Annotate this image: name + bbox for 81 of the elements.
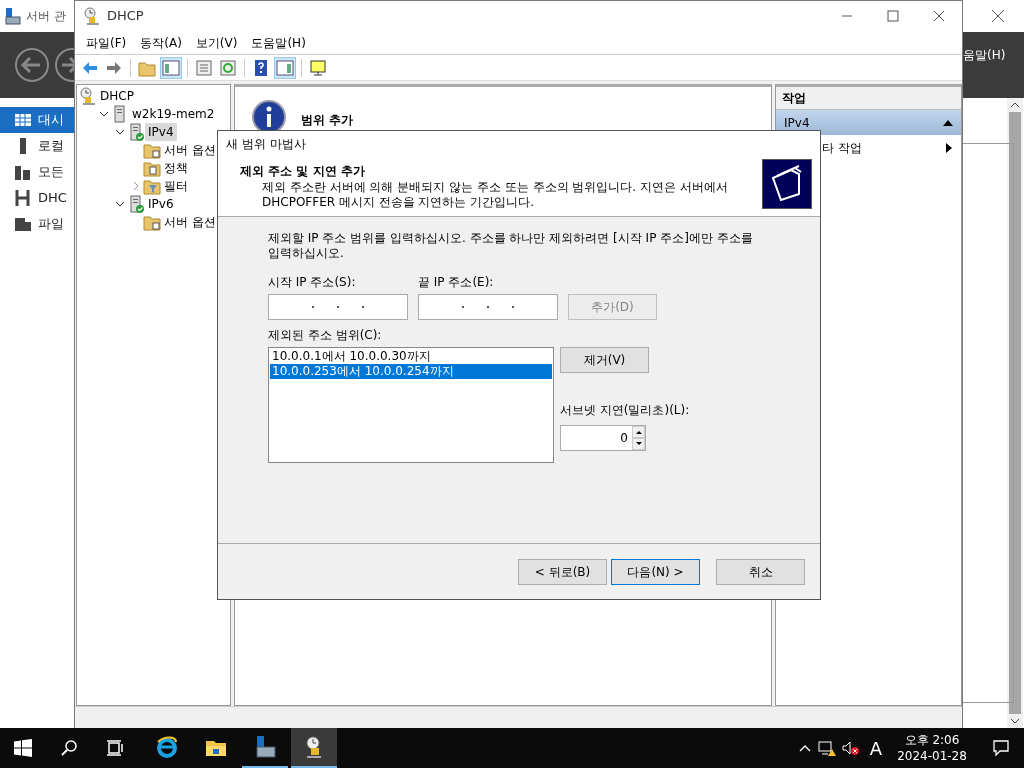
sidebar-item[interactable]: 파일: [0, 211, 74, 237]
page-heading: 제외 주소 및 지연 추가: [240, 163, 366, 180]
time-text: 오후 2:06: [903, 731, 961, 748]
sidebar-item[interactable]: DHC: [0, 185, 74, 211]
ip-address-field[interactable]: [418, 294, 558, 320]
monitor-icon: [309, 58, 327, 77]
action-pane-icon: [276, 58, 294, 77]
collapse-chevron-icon[interactable]: [99, 109, 109, 119]
server-manager-icon: [4, 7, 22, 25]
remove-button[interactable]: 제거(V): [560, 347, 649, 373]
speech-bubble-icon: [992, 739, 1010, 757]
dialog-title: 새 범위 마법사: [218, 131, 820, 157]
collapse-icon[interactable]: [943, 118, 953, 127]
excluded-range-list[interactable]: 10.0.0.1에서 10.0.0.30까지 10.0.0.253에서 10.0.0.254까지: [268, 347, 554, 463]
tree-item[interactable]: IPv4: [145, 123, 177, 141]
network-warning-icon[interactable]: [817, 739, 836, 757]
action-item[interactable]: 타 작업: [822, 135, 961, 160]
clock[interactable]: 오후 2:06 2024-01-28: [892, 731, 972, 765]
dhcp-icon: [79, 87, 97, 105]
pane-header: 작업: [776, 87, 961, 110]
close-icon[interactable]: [990, 8, 1006, 24]
tree-item[interactable]: w2k19-mem2: [129, 105, 218, 123]
menu-item[interactable]: 파일(F): [79, 33, 134, 52]
taskbar-app-button[interactable]: [291, 728, 337, 768]
windows-logo-icon: [14, 739, 32, 757]
folder-icon: [143, 159, 161, 177]
properties-icon: [195, 58, 213, 77]
list-item[interactable]: 10.0.0.1에서 10.0.0.30까지: [270, 349, 552, 364]
window-title: 서버 관: [26, 8, 66, 25]
tree-item[interactable]: IPv6: [145, 195, 177, 213]
menu-item[interactable]: 움말(H): [963, 46, 1006, 64]
section-heading: 범위 추가: [301, 112, 354, 129]
folder-icon: [143, 141, 161, 159]
list-item[interactable]: 10.0.0.253에서 10.0.0.254까지: [270, 364, 552, 379]
ip-address-field[interactable]: [268, 294, 408, 320]
console-tree-icon: [162, 58, 180, 77]
instruction-text: 제외할 IP 주소 범위를 입력하십시오. 주소를 하나만 제외하려면 [시작 IP 주소]에만 주소를 입력하십시오.: [268, 231, 754, 261]
field-label: 서브넷 지연(밀리초)(L):: [560, 402, 690, 419]
tree-item[interactable]: 서버 옵션: [161, 141, 219, 159]
cancel-button[interactable]: 취소: [716, 558, 805, 585]
dhcp-icon: [83, 7, 101, 25]
filter-folder-icon: [143, 177, 161, 195]
field-label: 끝 IP 주소(E):: [418, 274, 495, 291]
next-button[interactable]: 다음(N) >: [611, 558, 700, 585]
maximize-icon: [884, 8, 902, 24]
expand-chevron-icon[interactable]: [131, 181, 141, 191]
field-label: 제외된 주소 범위(C):: [268, 327, 383, 344]
window-title: DHCP: [107, 7, 144, 26]
refresh-icon: [219, 58, 237, 77]
page-description: 제외 주소란 서버에 의해 분배되지 않는 주소 또는 주소의 범위입니다. 지연은 서버에서 DHCPOFFER 메시지 전송을 지연하는 기간입니다.: [261, 180, 729, 210]
menu-item[interactable]: 보기(V): [188, 33, 245, 52]
back-button[interactable]: < 뒤로(B): [518, 558, 607, 585]
servers-icon: [14, 163, 32, 181]
date-text: 2024-01-28: [896, 748, 968, 765]
submenu-arrow-icon: [945, 142, 953, 153]
task-view-icon: [106, 739, 124, 757]
console-tree-button[interactable]: [160, 56, 182, 79]
server-manager-icon: [253, 735, 277, 759]
tree-item[interactable]: 필터: [161, 177, 191, 195]
input-indicator[interactable]: A: [865, 734, 886, 762]
sidebar-item[interactable]: 대시: [0, 107, 74, 133]
server-check-icon: [127, 195, 145, 213]
tree-item[interactable]: 정책: [161, 159, 191, 177]
sidebar-item[interactable]: 모든: [0, 159, 74, 185]
menu-item[interactable]: 도움말(H): [244, 33, 313, 52]
action-item[interactable]: IPv4: [776, 110, 961, 135]
grid-icon: [14, 111, 32, 129]
sidebar-item[interactable]: 로컬: [0, 133, 74, 159]
volume-muted-icon[interactable]: [841, 739, 860, 757]
help-icon: [252, 58, 270, 77]
field-label: 시작 IP 주소(S):: [268, 274, 357, 291]
tree-item[interactable]: DHCP: [97, 87, 137, 105]
browser-icon: [155, 735, 179, 759]
tree-item[interactable]: 서버 옵션: [161, 213, 219, 231]
server-check-icon: [127, 123, 145, 141]
menu-item[interactable]: 동작(A): [133, 33, 189, 52]
collapse-chevron-icon[interactable]: [115, 127, 125, 137]
folder-icon: [143, 213, 161, 231]
collapse-chevron-icon[interactable]: [115, 199, 125, 209]
minimize-icon: [842, 15, 852, 17]
search-icon: [60, 739, 78, 757]
